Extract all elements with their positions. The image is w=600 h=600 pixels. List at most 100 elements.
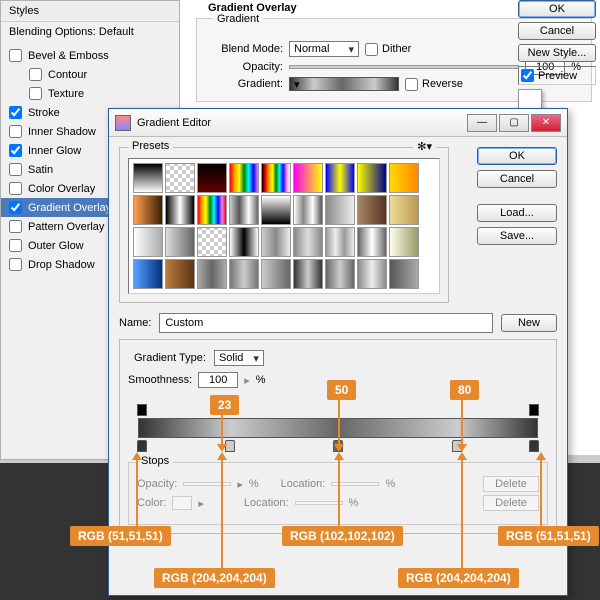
minimize-button[interactable]: —: [467, 114, 497, 132]
preset-swatch[interactable]: [165, 227, 195, 257]
stop-opacity-label: Opacity:: [137, 478, 177, 490]
style-checkbox[interactable]: [9, 258, 22, 271]
style-label: Inner Glow: [28, 145, 81, 157]
style-label: Color Overlay: [28, 183, 95, 195]
gradient-overlay-section: Gradient Overlay Gradient Blend Mode: No…: [180, 0, 600, 102]
new-style-button[interactable]: New Style...: [518, 44, 596, 62]
style-item-contour[interactable]: Contour: [1, 65, 179, 84]
preset-swatch[interactable]: [261, 163, 291, 193]
color-stop-0[interactable]: [137, 440, 147, 452]
ge-save-button[interactable]: Save...: [477, 227, 557, 245]
style-checkbox[interactable]: [9, 239, 22, 252]
preset-swatch[interactable]: [357, 227, 387, 257]
preset-swatch[interactable]: [357, 259, 387, 289]
gradient-swatch[interactable]: [289, 77, 399, 91]
style-label: Gradient Overlay: [28, 202, 111, 214]
style-checkbox[interactable]: [9, 125, 22, 138]
preset-swatch[interactable]: [133, 227, 163, 257]
preset-swatch[interactable]: [293, 195, 323, 225]
name-input[interactable]: [159, 313, 493, 333]
preset-swatch[interactable]: [293, 163, 323, 193]
style-checkbox[interactable]: [9, 144, 22, 157]
preset-swatch[interactable]: [261, 195, 291, 225]
smoothness-value[interactable]: 100: [198, 372, 238, 388]
ok-button[interactable]: OK: [518, 0, 596, 18]
preset-swatch[interactable]: [197, 163, 227, 193]
preset-swatch[interactable]: [293, 259, 323, 289]
styles-header: Styles: [1, 1, 179, 22]
preset-swatch[interactable]: [197, 195, 227, 225]
preset-swatch[interactable]: [293, 227, 323, 257]
blend-mode-label: Blend Mode:: [207, 43, 283, 55]
style-checkbox[interactable]: [29, 68, 42, 81]
reverse-checkbox[interactable]: [405, 78, 418, 91]
presets-menu-icon[interactable]: ✻▾: [413, 140, 436, 153]
cancel-button[interactable]: Cancel: [518, 22, 596, 40]
preset-swatch[interactable]: [357, 163, 387, 193]
opacity-slider[interactable]: [289, 65, 519, 69]
preset-swatch[interactable]: [197, 227, 227, 257]
delete-color-stop: Delete: [483, 495, 539, 511]
opacity-label: Opacity:: [207, 61, 283, 73]
close-button[interactable]: ✕: [531, 114, 561, 132]
preset-swatch[interactable]: [261, 259, 291, 289]
preset-swatch[interactable]: [389, 227, 419, 257]
preset-swatch[interactable]: [325, 227, 355, 257]
blending-options-label[interactable]: Blending Options: Default: [1, 22, 179, 46]
gradient-editor-titlebar[interactable]: Gradient Editor — ▢ ✕: [109, 109, 567, 137]
presets-label: Presets: [128, 140, 173, 152]
app-icon: [115, 115, 131, 131]
preset-swatch[interactable]: [325, 195, 355, 225]
preset-swatch[interactable]: [133, 195, 163, 225]
preset-swatch[interactable]: [165, 259, 195, 289]
preset-swatch[interactable]: [133, 259, 163, 289]
preset-swatch[interactable]: [133, 163, 163, 193]
preset-swatch[interactable]: [261, 227, 291, 257]
preset-swatch[interactable]: [229, 163, 259, 193]
style-item-texture[interactable]: Texture: [1, 84, 179, 103]
preset-swatch[interactable]: [197, 259, 227, 289]
ge-cancel-button[interactable]: Cancel: [477, 170, 557, 188]
gradient-type-select[interactable]: Solid: [214, 350, 264, 366]
callout-pos-50: 50: [327, 380, 356, 400]
preset-swatch[interactable]: [229, 227, 259, 257]
preset-swatch[interactable]: [229, 259, 259, 289]
preset-swatch[interactable]: [165, 195, 195, 225]
ge-new-button[interactable]: New: [501, 314, 557, 332]
preview-checkbox[interactable]: [521, 69, 534, 82]
style-checkbox[interactable]: [9, 49, 22, 62]
ge-ok-button[interactable]: OK: [477, 147, 557, 165]
style-label: Texture: [48, 88, 84, 100]
arrow-icon: [461, 458, 463, 568]
opacity-stop[interactable]: [137, 404, 147, 416]
preset-grid: [128, 158, 440, 294]
style-label: Stroke: [28, 107, 60, 119]
style-checkbox[interactable]: [9, 106, 22, 119]
preset-swatch[interactable]: [357, 195, 387, 225]
arrow-icon: [338, 399, 340, 446]
preset-swatch[interactable]: [389, 163, 419, 193]
preset-swatch[interactable]: [389, 195, 419, 225]
opacity-stop[interactable]: [529, 404, 539, 416]
preset-swatch[interactable]: [325, 163, 355, 193]
ge-load-button[interactable]: Load...: [477, 204, 557, 222]
preset-swatch[interactable]: [165, 163, 195, 193]
dither-checkbox[interactable]: [365, 43, 378, 56]
blend-mode-select[interactable]: Normal: [289, 41, 359, 57]
color-stop-100[interactable]: [529, 440, 539, 452]
maximize-button[interactable]: ▢: [499, 114, 529, 132]
preset-swatch[interactable]: [325, 259, 355, 289]
arrow-icon: [461, 399, 463, 446]
style-checkbox[interactable]: [9, 220, 22, 233]
preset-swatch[interactable]: [229, 195, 259, 225]
style-item-bevel-emboss[interactable]: Bevel & Emboss: [1, 46, 179, 65]
style-checkbox[interactable]: [9, 163, 22, 176]
callout-pos-23: 23: [210, 395, 239, 415]
style-checkbox[interactable]: [29, 87, 42, 100]
delete-opacity-stop: Delete: [483, 476, 539, 492]
style-checkbox[interactable]: [9, 182, 22, 195]
stop-location-label2: Location:: [244, 497, 289, 509]
callout-pos-80: 80: [450, 380, 479, 400]
preset-swatch[interactable]: [389, 259, 419, 289]
style-checkbox[interactable]: [9, 201, 22, 214]
